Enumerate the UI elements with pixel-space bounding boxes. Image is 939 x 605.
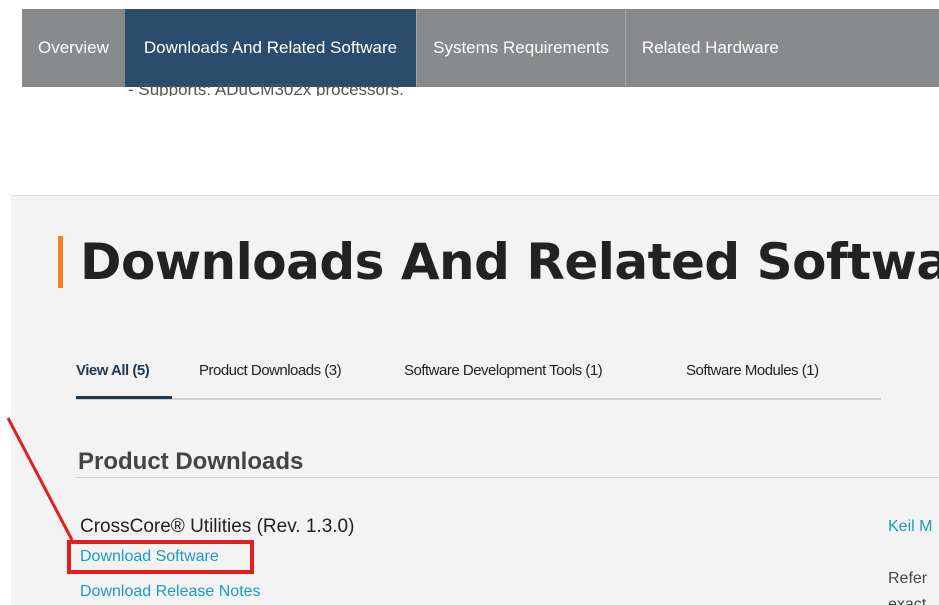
right-column-text-2: exact [888,596,927,605]
filter-tabs: View All (5) Product Downloads (3) Softw… [76,358,881,400]
bullet-text: - Supports: ADuCM302x processors. [128,80,404,96]
active-filter-underline [76,396,172,399]
filter-software-modules[interactable]: Software Modules (1) [686,358,819,398]
filter-view-all[interactable]: View All (5) [76,358,150,398]
right-column-text: Refer [888,570,928,587]
product-downloads-heading: Product Downloads [78,448,304,475]
highlight-box [67,540,254,574]
filter-product-downloads[interactable]: Product Downloads (3) [199,358,342,398]
accent-bar [58,236,63,288]
section-title: Downloads And Related Software [80,233,939,291]
filter-software-development-tools[interactable]: Software Development Tools (1) [404,358,603,398]
right-column-link[interactable]: Keil M [888,518,932,536]
download-release-notes-link[interactable]: Download Release Notes [80,583,261,601]
divider [76,477,939,478]
download-item-title: CrossCore® Utilities (Rev. 1.3.0) [80,516,355,537]
clipped-bullet-line: - Supports: ADuCM302x processors. [0,76,939,96]
section-heading: Downloads And Related Software [58,227,939,297]
page: Overview Downloads And Related Software … [0,0,939,605]
